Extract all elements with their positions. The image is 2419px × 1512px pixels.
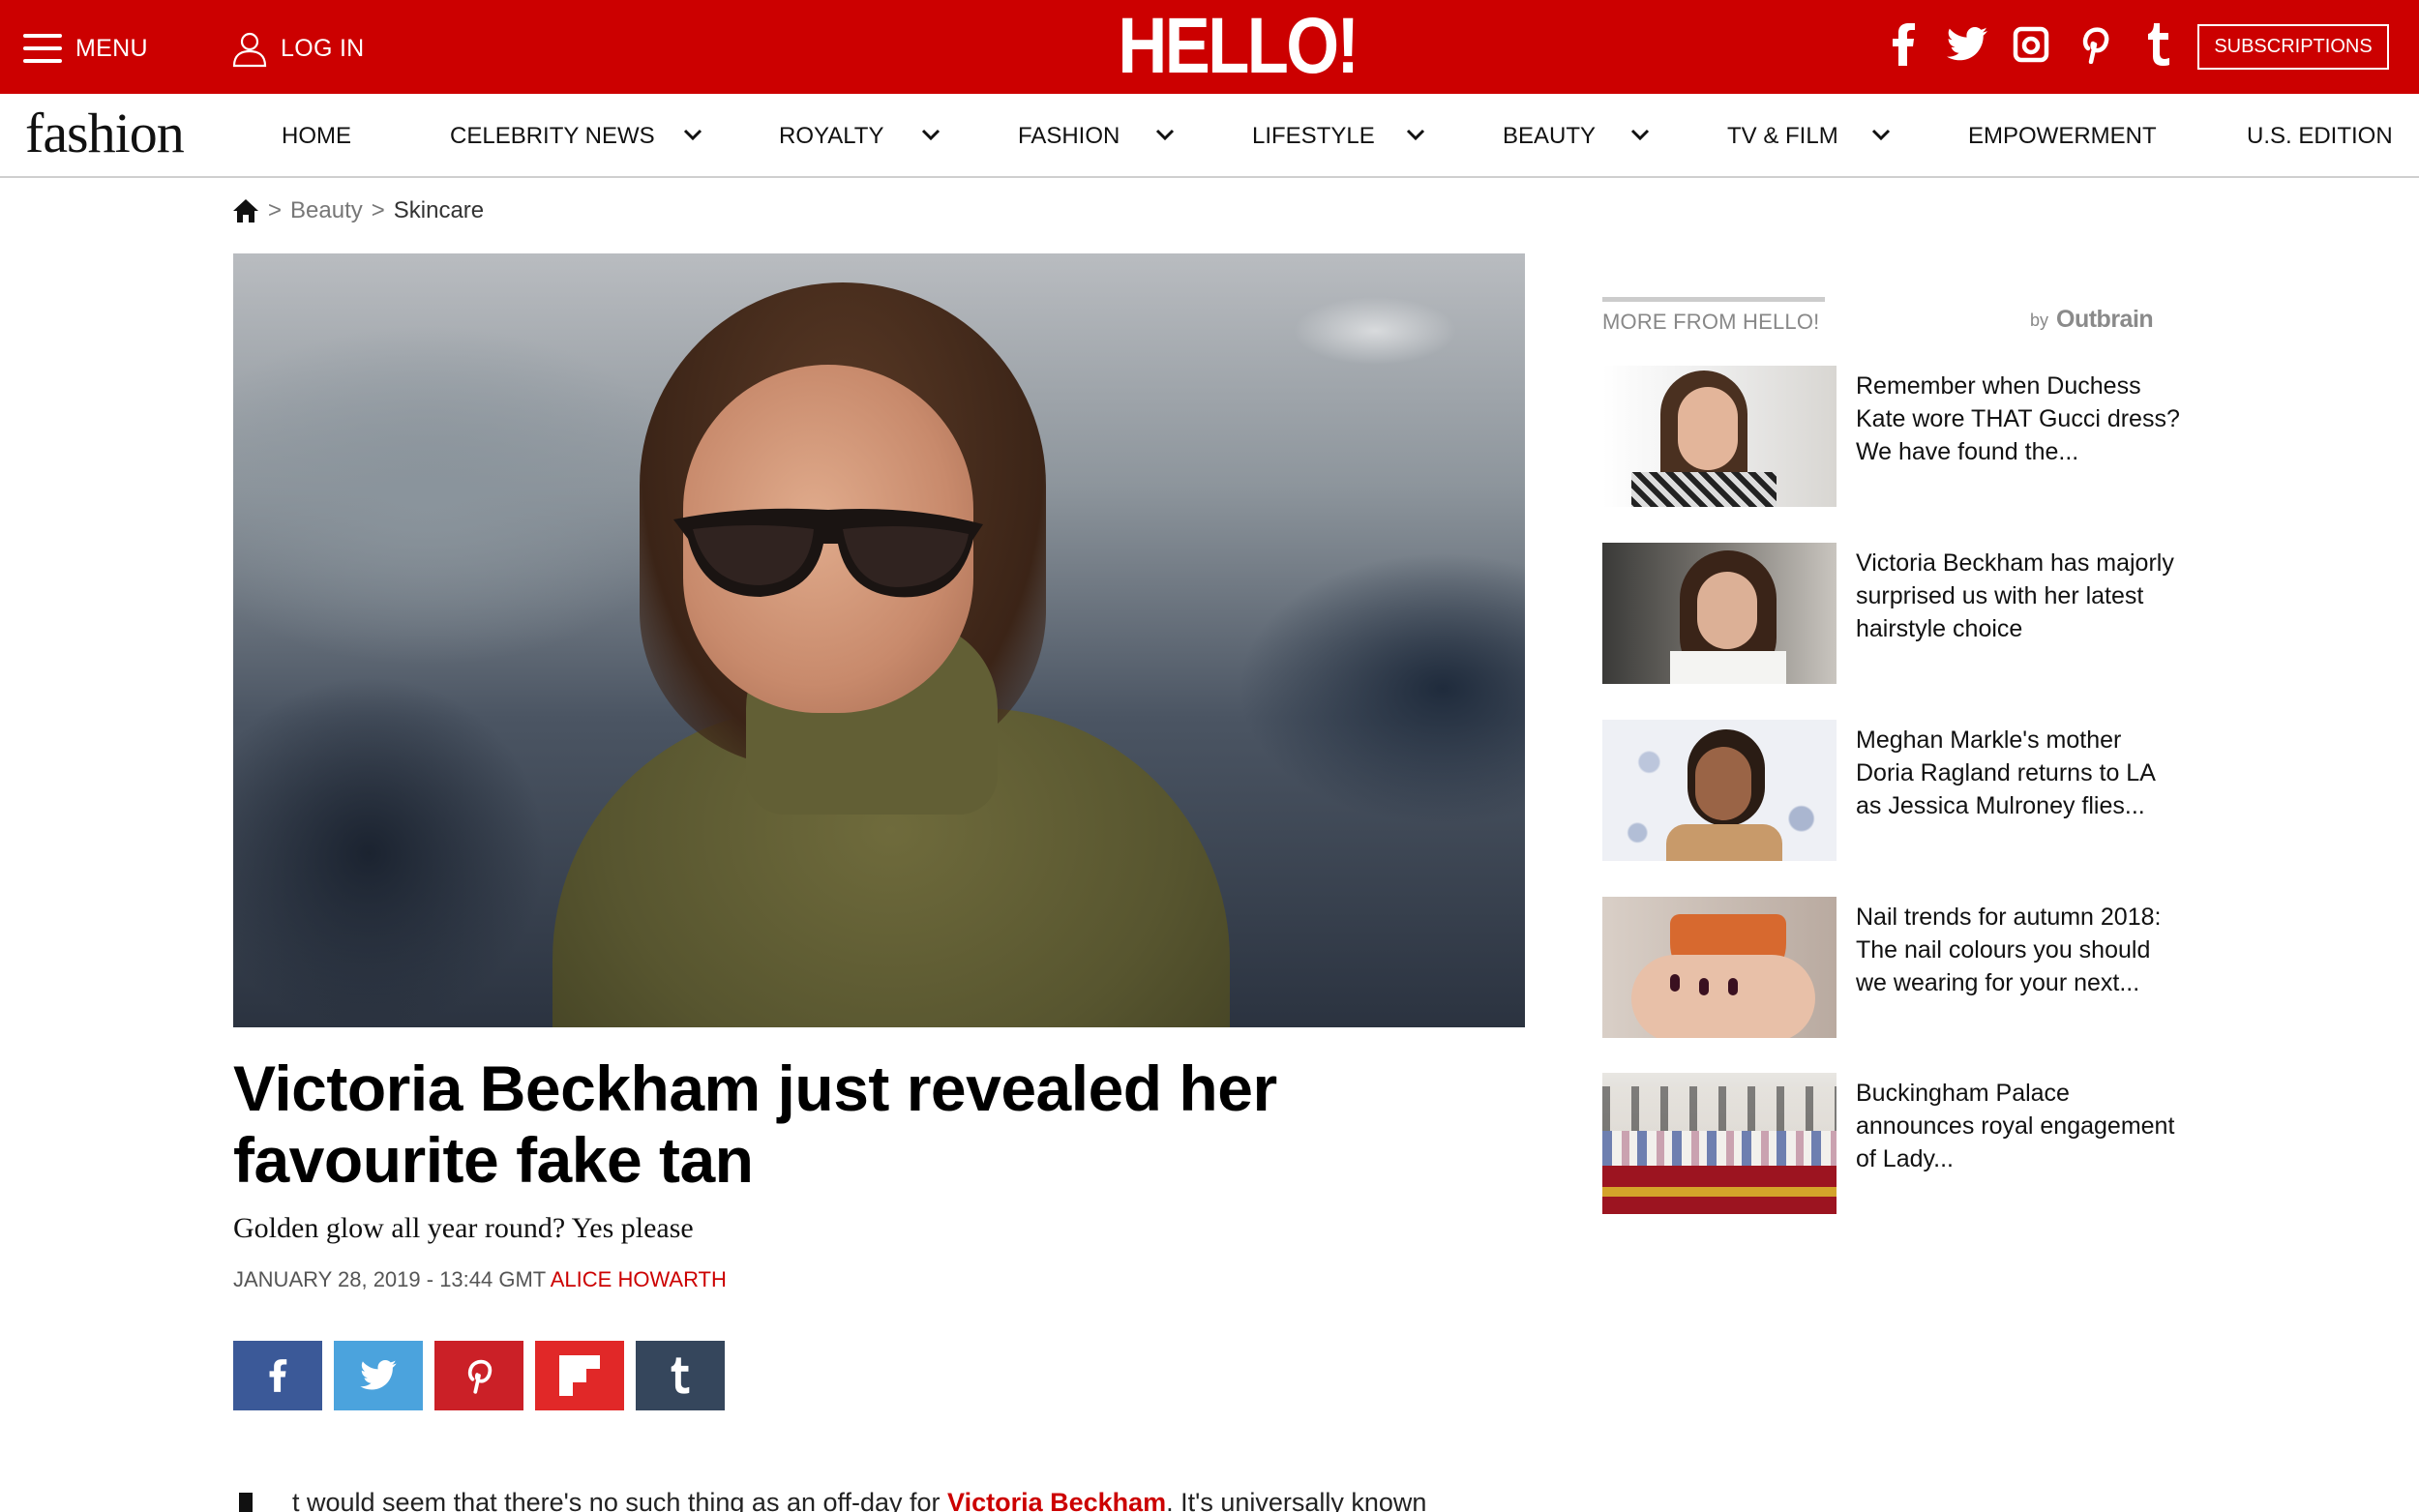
twitter-icon <box>360 1360 397 1390</box>
login-button[interactable]: LOG IN <box>230 27 365 70</box>
chevron-down-icon[interactable] <box>1628 123 1652 146</box>
share-bar <box>233 1341 736 1410</box>
article-meta: JANUARY 28, 2019 - 13:44 GMT ALICE HOWAR… <box>233 1267 727 1292</box>
article-standfirst: Golden glow all year round? Yes please <box>233 1212 694 1244</box>
drop-cap <box>239 1493 253 1512</box>
sidebar-title: MORE FROM HELLO! <box>1602 310 1820 334</box>
recommended-card[interactable]: Victoria Beckham has majorly surprised u… <box>1602 543 2183 684</box>
card-title: Meghan Markle's mother Doria Ragland ret… <box>1856 726 2155 819</box>
chevron-down-icon[interactable] <box>681 123 704 146</box>
nav-beauty[interactable]: BEAUTY <box>1503 121 1596 152</box>
share-tumblr-button[interactable] <box>636 1341 725 1410</box>
login-label: LOG IN <box>281 34 365 62</box>
card-title: Buckingham Palace announces royal engage… <box>1856 1080 2175 1172</box>
menu-button[interactable]: MENU <box>23 29 148 68</box>
nav-tv-film[interactable]: TV & FILM <box>1727 121 1838 152</box>
article-body-text-end: . It's universally known <box>1166 1488 1427 1512</box>
facebook-icon <box>269 1359 287 1392</box>
twitter-icon[interactable] <box>1946 21 1988 68</box>
chevron-down-icon[interactable] <box>1404 123 1427 146</box>
instagram-icon[interactable] <box>2010 21 2052 68</box>
subscriptions-button[interactable]: SUBSCRIPTIONS <box>2197 24 2389 70</box>
article-author[interactable]: ALICE HOWARTH <box>551 1267 727 1291</box>
recommended-card[interactable]: Nail trends for autumn 2018: The nail co… <box>1602 897 2183 1038</box>
pinterest-icon[interactable] <box>2074 21 2116 68</box>
sidebar-accent-bar <box>1602 297 1825 302</box>
chevron-down-icon[interactable] <box>919 123 942 146</box>
share-pinterest-button[interactable] <box>434 1341 523 1410</box>
user-icon <box>232 32 267 68</box>
card-title: Remember when Duchess Kate wore THAT Guc… <box>1856 372 2180 465</box>
breadcrumb-beauty[interactable]: Beauty <box>290 197 363 224</box>
article-date: JANUARY 28, 2019 - 13:44 GMT <box>233 1267 546 1291</box>
nav-celebrity-news[interactable]: CELEBRITY NEWS <box>450 121 655 152</box>
pinterest-icon <box>467 1359 493 1394</box>
tumblr-icon[interactable] <box>2137 21 2180 68</box>
article-body: t would seem that there's no such thing … <box>292 1488 1426 1512</box>
recommended-card[interactable]: Meghan Markle's mother Doria Ragland ret… <box>1602 720 2183 861</box>
facebook-icon[interactable] <box>1882 21 1925 68</box>
nav-lifestyle[interactable]: LIFESTYLE <box>1252 121 1375 152</box>
sidebar-by: by <box>2030 311 2049 330</box>
recommended-card[interactable]: Remember when Duchess Kate wore THAT Guc… <box>1602 366 2183 507</box>
hero-image <box>233 253 1525 1027</box>
nav-empowerment[interactable]: EMPOWERMENT <box>1968 121 2157 152</box>
share-flipboard-button[interactable] <box>535 1341 624 1410</box>
sunglasses-graphic <box>673 508 983 598</box>
nav-royalty[interactable]: ROYALTY <box>779 121 883 152</box>
card-thumbnail <box>1602 543 1837 684</box>
home-icon[interactable] <box>232 198 259 223</box>
recommended-card[interactable]: Buckingham Palace announces royal engage… <box>1602 1073 2183 1214</box>
article-title: Victoria Beckham just revealed her favou… <box>233 1052 1277 1196</box>
share-twitter-button[interactable] <box>334 1341 423 1410</box>
hamburger-icon <box>23 34 62 63</box>
card-title: Victoria Beckham has majorly surprised u… <box>1856 549 2174 642</box>
breadcrumb-separator: > <box>371 197 385 223</box>
nav-home[interactable]: HOME <box>282 121 351 152</box>
tumblr-icon <box>671 1357 690 1394</box>
flipboard-icon <box>559 1355 600 1396</box>
article-body-text: t would seem that there's no such thing … <box>292 1488 948 1512</box>
hello-logo[interactable]: HELLO! <box>1118 4 1359 89</box>
card-thumbnail <box>1602 1073 1837 1214</box>
card-thumbnail <box>1602 720 1837 861</box>
social-links <box>1882 21 2201 68</box>
card-thumbnail <box>1602 366 1837 507</box>
chevron-down-icon[interactable] <box>1153 123 1177 146</box>
breadcrumb-separator: > <box>268 197 283 223</box>
outbrain-logo[interactable]: Outbrain <box>2056 306 2154 334</box>
share-facebook-button[interactable] <box>233 1341 322 1410</box>
nav-us-edition[interactable]: U.S. EDITION <box>2247 121 2393 152</box>
top-bar: MENU LOG IN HELLO! SUBSCRIPTIONS <box>0 0 2419 94</box>
victoria-beckham-link[interactable]: Victoria Beckham <box>947 1488 1166 1512</box>
fashion-brand-logo[interactable]: fashion <box>25 102 185 165</box>
chevron-down-icon[interactable] <box>1869 123 1893 146</box>
card-title: Nail trends for autumn 2018: The nail co… <box>1856 904 2162 996</box>
card-thumbnail <box>1602 897 1837 1038</box>
nav-fashion[interactable]: FASHION <box>1018 121 1120 152</box>
section-nav: fashion HOME CELEBRITY NEWS ROYALTY FASH… <box>0 94 2419 178</box>
breadcrumb-skincare[interactable]: Skincare <box>394 197 484 224</box>
menu-label: MENU <box>75 34 148 62</box>
breadcrumb: > Beauty > Skincare <box>232 193 484 228</box>
